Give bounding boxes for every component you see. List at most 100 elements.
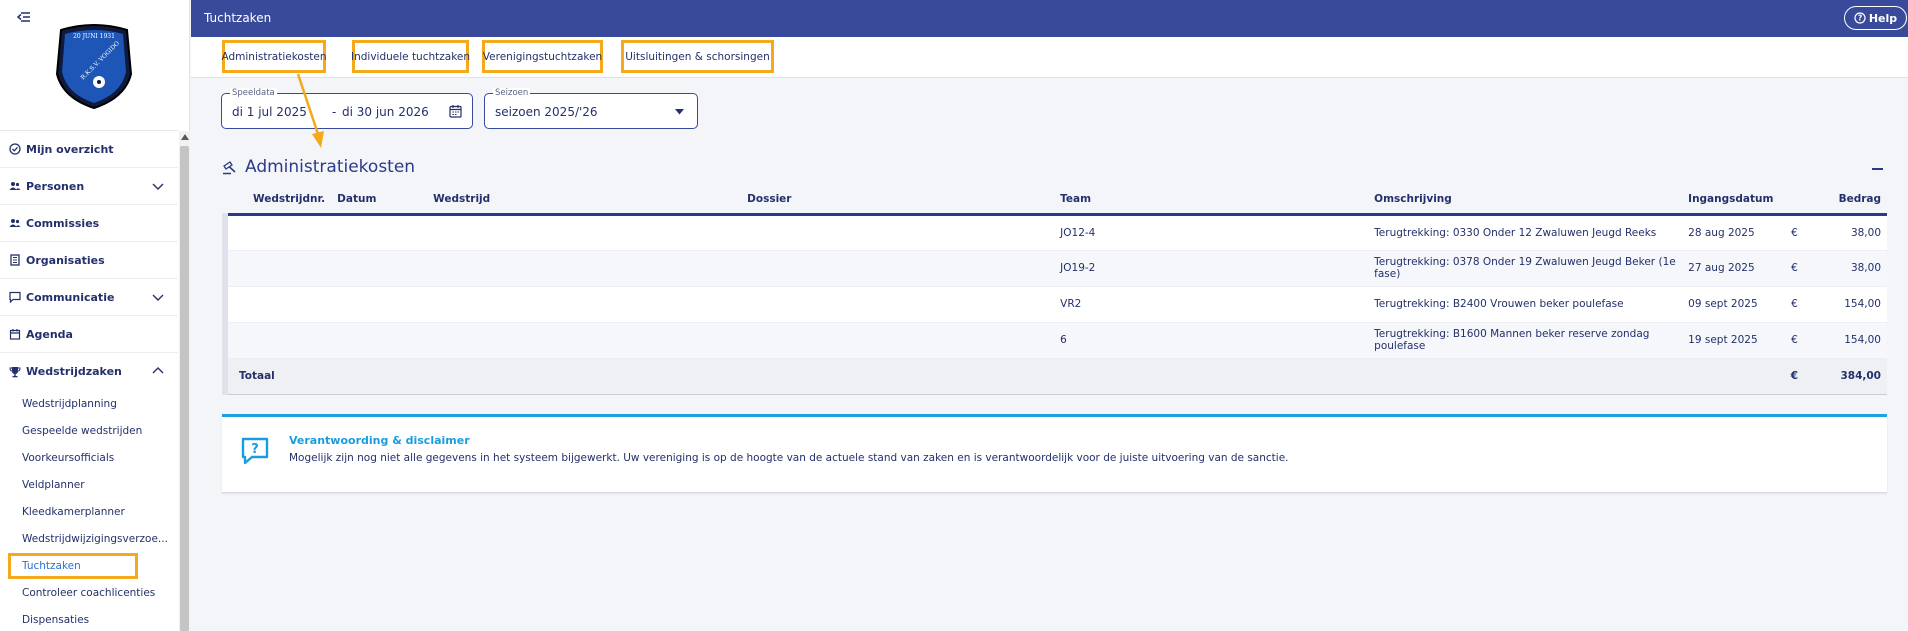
cell-wedstrijd bbox=[427, 322, 742, 359]
date-to-value[interactable]: di 30 jun 2026 bbox=[342, 105, 429, 119]
season-legend: Seizoen bbox=[493, 88, 531, 98]
users-icon bbox=[8, 179, 22, 193]
sidebar-item-organisaties[interactable]: Organisaties bbox=[0, 242, 178, 279]
scroll-up-arrow-icon[interactable] bbox=[181, 134, 189, 140]
col-bedrag[interactable]: Bedrag bbox=[1809, 186, 1887, 216]
col-ingangsdatum[interactable]: Ingangsdatum bbox=[1682, 186, 1780, 216]
total-empty bbox=[331, 357, 428, 395]
cell-currency: € bbox=[1779, 322, 1810, 359]
total-label: Totaal bbox=[231, 357, 332, 395]
cell-omschrijving: Terugtrekking: B2400 Vrouwen beker poule… bbox=[1368, 286, 1683, 323]
chevron-down-icon[interactable] bbox=[152, 181, 164, 191]
disclaimer-text: Mogelijk zijn nog niet alle gegevens in … bbox=[289, 452, 1289, 464]
sidebar-subitem-wedstrijdplanning[interactable]: Wedstrijdplanning bbox=[0, 390, 178, 417]
col-omschrijving[interactable]: Omschrijving bbox=[1368, 186, 1683, 216]
sidebar-item-label: Commissies bbox=[26, 216, 100, 230]
disclaimer-box: ? Verantwoording & disclaimer Mogelijk z… bbox=[222, 414, 1887, 493]
sidebar: 20 JUNI 1931 R.K.S.V. VOGIDO Mijn overzi… bbox=[0, 0, 190, 631]
cell-wedstrijdnr bbox=[231, 214, 332, 251]
cell-datum bbox=[331, 250, 428, 287]
sidebar-subitem-controleer-coachlicenties[interactable]: Controleer coachlicenties bbox=[0, 579, 178, 606]
sidebar-subitem-kleedkamerplanner[interactable]: Kleedkamerplanner bbox=[0, 498, 178, 525]
sidebar-subitem-tuchtzaken[interactable]: Tuchtzaken bbox=[0, 552, 178, 579]
svg-text:?: ? bbox=[251, 442, 259, 457]
sidebar-item-personen[interactable]: Personen bbox=[0, 168, 178, 205]
season-value: seizoen 2025/'26 bbox=[495, 105, 598, 119]
col-wedstrijd[interactable]: Wedstrijd bbox=[427, 186, 742, 216]
sidebar-subitem-voorkeursofficials[interactable]: Voorkeursofficials bbox=[0, 444, 178, 471]
sidebar-item-agenda[interactable]: Agenda bbox=[0, 316, 178, 353]
cell-dossier bbox=[741, 322, 1055, 359]
calendar-icon[interactable] bbox=[449, 104, 462, 118]
cell-team: JO12-4 bbox=[1054, 214, 1369, 251]
total-empty bbox=[1054, 357, 1369, 395]
date-range-legend: Speeldata bbox=[230, 88, 277, 98]
cell-wedstrijdnr bbox=[231, 250, 332, 287]
table-header-row: Wedstrijdnr. Datum Wedstrijd Dossier Tea… bbox=[225, 186, 1887, 216]
sidebar-item-label: Organisaties bbox=[26, 253, 105, 267]
cell-datum bbox=[331, 214, 428, 251]
disclaimer-title: Verantwoording & disclaimer bbox=[289, 434, 470, 447]
season-select[interactable]: Seizoen seizoen 2025/'26 bbox=[484, 88, 698, 129]
highlight-box bbox=[8, 552, 138, 579]
trophy-icon bbox=[8, 365, 22, 379]
chevron-down-icon[interactable] bbox=[152, 292, 164, 302]
total-value: 384,00 bbox=[1809, 357, 1887, 395]
col-wedstrijdnr[interactable]: Wedstrijdnr. bbox=[231, 186, 332, 216]
svg-text:?: ? bbox=[1858, 14, 1862, 23]
sidebar-scrollbar-thumb[interactable] bbox=[180, 146, 189, 631]
question-circle-icon: ? bbox=[1854, 12, 1866, 24]
cell-currency: € bbox=[1779, 286, 1810, 323]
tab-verenigingstuchtzaken[interactable]: Verenigingstuchtzaken bbox=[482, 40, 603, 73]
sidebar-subitem-veldplanner[interactable]: Veldplanner bbox=[0, 471, 178, 498]
sidebar-item-label: Communicatie bbox=[26, 290, 115, 304]
table-total-row: Totaal € 384,00 bbox=[222, 357, 1887, 395]
sidebar-item-communicatie[interactable]: Communicatie bbox=[0, 279, 178, 316]
col-datum[interactable]: Datum bbox=[331, 186, 428, 216]
table-row[interactable]: JO12-4 Terugtrekking: 0330 Onder 12 Zwal… bbox=[222, 214, 1887, 251]
total-empty bbox=[1368, 357, 1683, 395]
tab-individuele-tuchtzaken[interactable]: Individuele tuchtzaken bbox=[351, 40, 470, 73]
cell-bedrag: 38,00 bbox=[1809, 250, 1887, 287]
sidebar-item-label: Wedstrijdzaken bbox=[26, 365, 122, 378]
col-team[interactable]: Team bbox=[1054, 186, 1369, 216]
panel-title-text: Administratiekosten bbox=[245, 157, 416, 177]
cell-ingangsdatum: 09 sept 2025 bbox=[1682, 286, 1780, 323]
caret-down-icon[interactable] bbox=[675, 109, 684, 115]
date-from-value[interactable]: di 1 jul 2025 bbox=[232, 105, 307, 119]
collapse-menu-icon[interactable] bbox=[17, 11, 31, 23]
tab-uitsluitingen-schorsingen[interactable]: Uitsluitingen & schorsingen bbox=[621, 40, 774, 73]
cell-currency: € bbox=[1779, 214, 1810, 251]
total-empty bbox=[427, 357, 742, 395]
cell-currency: € bbox=[1779, 250, 1810, 287]
cell-bedrag: 154,00 bbox=[1809, 322, 1887, 359]
table-row[interactable]: VR2 Terugtrekking: B2400 Vrouwen beker p… bbox=[222, 286, 1887, 323]
col-dossier[interactable]: Dossier bbox=[741, 186, 1055, 216]
gavel-icon bbox=[223, 160, 236, 174]
building-icon bbox=[8, 253, 22, 267]
sidebar-subitem-gespeelde-wedstrijden[interactable]: Gespeelde wedstrijden bbox=[0, 417, 178, 444]
check-circle-icon bbox=[8, 142, 22, 156]
sidebar-item-wedstrijdzaken[interactable]: Wedstrijdzaken bbox=[0, 353, 178, 390]
collapse-panel-icon[interactable] bbox=[1872, 168, 1883, 170]
cell-bedrag: 38,00 bbox=[1809, 214, 1887, 251]
date-range-field[interactable]: Speeldata di 1 jul 2025 - di 30 jun 2026 bbox=[221, 88, 473, 129]
help-button[interactable]: ? Help bbox=[1844, 6, 1907, 30]
table-row[interactable]: 6 Terugtrekking: B1600 Mannen beker rese… bbox=[222, 322, 1887, 359]
cell-omschrijving: Terugtrekking: B1600 Mannen beker reserv… bbox=[1368, 322, 1683, 359]
sidebar-subitem-wedstrijdwijzigingsverzoeken[interactable]: Wedstrijdwijzigingsverzoe... bbox=[0, 525, 178, 552]
question-bubble-icon: ? bbox=[241, 437, 269, 465]
chat-icon bbox=[8, 290, 22, 304]
sidebar-subitem-dispensaties[interactable]: Dispensaties bbox=[0, 606, 178, 631]
chevron-up-icon[interactable] bbox=[152, 366, 164, 376]
cell-wedstrijd bbox=[427, 286, 742, 323]
sidebar-item-mijn-overzicht[interactable]: Mijn overzicht bbox=[0, 131, 178, 168]
tab-administratiekosten[interactable]: Administratiekosten bbox=[221, 40, 327, 73]
cell-team: 6 bbox=[1054, 322, 1369, 359]
total-currency: € bbox=[1779, 357, 1810, 395]
tab-bar: Administratiekosten Individuele tuchtzak… bbox=[191, 37, 1908, 78]
sidebar-item-commissies[interactable]: Commissies bbox=[0, 205, 178, 242]
total-empty bbox=[741, 357, 1055, 395]
cell-dossier bbox=[741, 286, 1055, 323]
table-row[interactable]: JO19-2 Terugtrekking: 0378 Onder 19 Zwal… bbox=[222, 250, 1887, 287]
